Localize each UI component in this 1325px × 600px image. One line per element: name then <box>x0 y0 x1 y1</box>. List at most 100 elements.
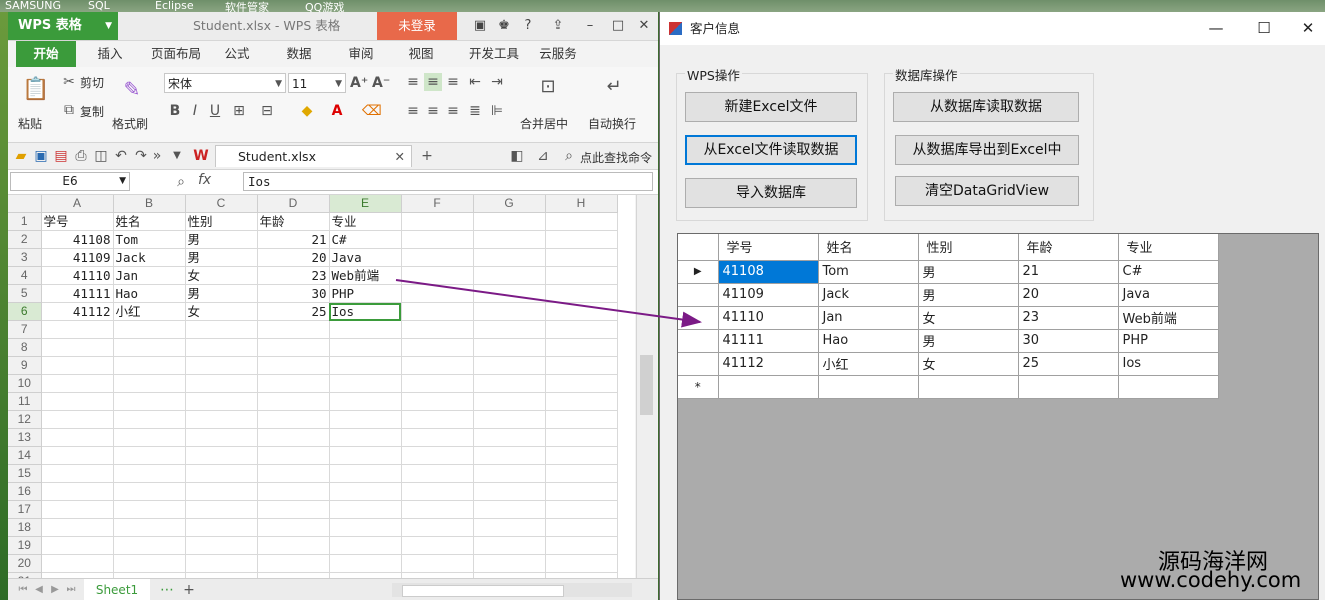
open-folder-icon[interactable]: ▰ <box>12 147 30 165</box>
minimize-icon[interactable]: – <box>580 16 600 36</box>
row-header[interactable]: 10 <box>8 374 42 393</box>
cell[interactable] <box>545 266 618 285</box>
cell[interactable]: Tom <box>113 230 186 249</box>
spreadsheet-grid[interactable]: A B C D E F G H 1 学号 姓名 性别 年龄 专业 2 41108 <box>8 195 635 578</box>
cell[interactable] <box>41 410 114 429</box>
cell[interactable] <box>473 212 546 231</box>
tab-review[interactable]: 审阅 <box>344 41 378 67</box>
cell[interactable] <box>329 338 402 357</box>
paste-icon[interactable]: 📋 <box>22 77 49 103</box>
cell[interactable] <box>257 464 330 483</box>
grid-row[interactable]: ▶ 41108 Tom 男 21 C# <box>678 260 1219 284</box>
vertical-scrollbar[interactable] <box>636 195 657 578</box>
cell[interactable] <box>329 446 402 465</box>
row-header[interactable]: 1 <box>8 212 42 231</box>
row-header[interactable]: 8 <box>8 338 42 357</box>
search-icon[interactable]: ⌕ <box>560 147 578 165</box>
scrollbar-thumb[interactable] <box>402 585 564 597</box>
cell[interactable]: 男 <box>185 230 258 249</box>
last-sheet-icon[interactable]: ⏭ <box>62 581 80 599</box>
align-right-icon[interactable]: ≡ <box>444 102 462 120</box>
grid-cell[interactable]: 男 <box>918 260 1019 284</box>
cell[interactable] <box>545 356 618 375</box>
format-painter-icon[interactable]: ✎ <box>120 77 144 101</box>
zoom-icon[interactable]: ⌕ <box>172 173 190 191</box>
cell[interactable] <box>257 500 330 519</box>
document-icon[interactable]: ◧ <box>508 147 526 165</box>
cell[interactable] <box>401 248 474 267</box>
new-excel-button[interactable]: 新建Excel文件 <box>685 92 857 122</box>
grow-font-icon[interactable]: A⁺ <box>350 74 368 92</box>
cell[interactable] <box>185 518 258 537</box>
row-header[interactable]: 13 <box>8 428 42 447</box>
merge-center-button[interactable]: 合并居中 <box>520 115 568 132</box>
cell[interactable] <box>329 428 402 447</box>
cell[interactable] <box>41 446 114 465</box>
tab-page-layout[interactable]: 页面布局 <box>144 41 208 67</box>
cell[interactable] <box>545 536 618 555</box>
cell[interactable]: 25 <box>257 302 330 321</box>
cell[interactable]: 女 <box>185 302 258 321</box>
grid-cell[interactable]: 41111 <box>718 329 819 353</box>
cell[interactable] <box>401 392 474 411</box>
cell[interactable] <box>401 446 474 465</box>
cell[interactable] <box>545 518 618 537</box>
grid-cell[interactable]: PHP <box>1118 329 1219 353</box>
grid-corner[interactable] <box>678 234 719 261</box>
cell[interactable] <box>545 482 618 501</box>
pin-icon[interactable]: ⊿ <box>534 147 552 165</box>
cell[interactable] <box>41 392 114 411</box>
grid-row[interactable]: 41109 Jack 男 20 Java <box>678 283 1219 307</box>
cell[interactable] <box>113 356 186 375</box>
cell[interactable] <box>185 482 258 501</box>
more-sheets-icon[interactable]: ⋯ <box>158 581 176 599</box>
grid-cell[interactable] <box>718 375 819 399</box>
grid-cell[interactable]: 女 <box>918 352 1019 376</box>
cell[interactable] <box>41 518 114 537</box>
grid-cell[interactable]: Tom <box>818 260 919 284</box>
copy-icon[interactable]: ⧉ <box>60 101 78 119</box>
cell[interactable] <box>545 302 618 321</box>
cell[interactable] <box>473 284 546 303</box>
grid-row[interactable]: 41110 Jan 女 23 Web前端 <box>678 306 1219 330</box>
cell[interactable] <box>329 536 402 555</box>
column-header[interactable]: H <box>545 195 618 213</box>
grid-cell[interactable]: 小红 <box>818 352 919 376</box>
row-header[interactable]: 15 <box>8 464 42 483</box>
cell[interactable] <box>185 392 258 411</box>
cell[interactable] <box>401 338 474 357</box>
cell[interactable] <box>401 464 474 483</box>
current-row-indicator-icon[interactable]: ▶ <box>678 260 719 284</box>
underline-icon[interactable]: U <box>206 102 224 120</box>
cell[interactable]: 41112 <box>41 302 114 321</box>
maximize-icon[interactable]: □ <box>608 16 628 36</box>
cell[interactable] <box>257 338 330 357</box>
upload-icon[interactable]: ⇪ <box>548 16 568 36</box>
copy-button[interactable]: 复制 <box>80 103 104 120</box>
cell[interactable]: Jack <box>113 248 186 267</box>
bold-icon[interactable]: B <box>166 102 184 120</box>
cell[interactable] <box>113 518 186 537</box>
cell[interactable] <box>545 212 618 231</box>
cell[interactable] <box>545 230 618 249</box>
align-center-icon[interactable]: ≡ <box>424 102 442 120</box>
cell[interactable] <box>473 518 546 537</box>
cut-button[interactable]: 剪切 <box>80 74 104 91</box>
grid-cell[interactable]: 男 <box>918 329 1019 353</box>
cell[interactable]: 男 <box>185 248 258 267</box>
grid-cell[interactable]: 41108 <box>718 260 819 284</box>
cell[interactable] <box>113 428 186 447</box>
tab-cloud[interactable]: 云服务 <box>536 41 580 67</box>
cell[interactable] <box>473 500 546 519</box>
cell[interactable] <box>257 374 330 393</box>
cell[interactable]: 41111 <box>41 284 114 303</box>
grid-column-header[interactable]: 姓名 <box>818 234 919 261</box>
cell[interactable] <box>545 338 618 357</box>
tab-developer[interactable]: 开发工具 <box>462 41 526 67</box>
grid-row-header[interactable] <box>678 306 719 330</box>
cell[interactable] <box>401 212 474 231</box>
cell[interactable] <box>185 338 258 357</box>
cell[interactable] <box>329 392 402 411</box>
close-icon[interactable]: ✕ <box>395 146 405 168</box>
grid-cell[interactable] <box>918 375 1019 399</box>
